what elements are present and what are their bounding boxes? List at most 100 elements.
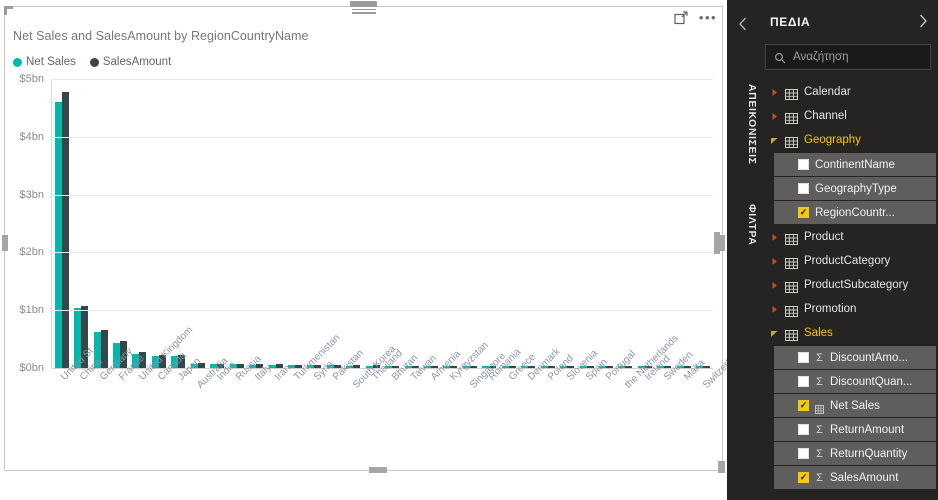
rail-label-visualizations[interactable]: ΑΠΕΙΚΟΝΙΣΕΙΣ bbox=[727, 64, 758, 184]
checkbox-unchecked[interactable] bbox=[798, 183, 809, 194]
field-table-row[interactable]: Channel bbox=[765, 104, 936, 128]
table-icon bbox=[785, 328, 798, 339]
y-axis: $0bn$1bn$2bn$3bn$4bn$5bn bbox=[13, 79, 49, 368]
field-row[interactable]: ΣDiscountQuan... bbox=[774, 370, 936, 393]
field-row[interactable]: GeographyType bbox=[774, 177, 936, 200]
bar-group[interactable] bbox=[499, 79, 518, 368]
checkbox-unchecked[interactable] bbox=[798, 352, 809, 363]
chevron-down-icon[interactable] bbox=[769, 135, 779, 145]
bar-group[interactable] bbox=[344, 79, 363, 368]
bar-group[interactable] bbox=[596, 79, 615, 368]
chevron-right-icon[interactable] bbox=[769, 232, 779, 242]
bar-group[interactable] bbox=[577, 79, 596, 368]
checkbox-unchecked[interactable] bbox=[798, 424, 809, 435]
legend-item[interactable]: Net Sales bbox=[13, 56, 76, 68]
table-icon bbox=[785, 135, 798, 146]
bar-group[interactable] bbox=[305, 79, 324, 368]
checkbox-unchecked[interactable] bbox=[798, 376, 809, 387]
bar-group[interactable] bbox=[441, 79, 460, 368]
legend-item[interactable]: SalesAmount bbox=[90, 56, 171, 68]
bar-group[interactable] bbox=[266, 79, 285, 368]
bar-group[interactable] bbox=[71, 79, 90, 368]
bar-group[interactable] bbox=[285, 79, 304, 368]
table-label: ProductSubcategory bbox=[804, 279, 908, 291]
more-options-icon[interactable]: ••• bbox=[700, 10, 716, 26]
collapse-pane-button[interactable] bbox=[727, 12, 758, 36]
measure-grid-icon bbox=[815, 401, 824, 410]
bar-group[interactable] bbox=[110, 79, 129, 368]
bar-group[interactable] bbox=[616, 79, 635, 368]
chevron-right-icon[interactable] bbox=[769, 111, 779, 121]
bar-group[interactable] bbox=[52, 79, 71, 368]
checkbox-checked[interactable] bbox=[798, 400, 809, 411]
field-row[interactable]: Net Sales bbox=[774, 394, 936, 417]
checkbox-checked[interactable] bbox=[798, 472, 809, 483]
bar-group[interactable] bbox=[460, 79, 479, 368]
field-table-row[interactable]: Geography bbox=[765, 128, 936, 152]
bar-group[interactable] bbox=[635, 79, 654, 368]
sigma-icon: Σ bbox=[815, 352, 824, 364]
bar-group[interactable] bbox=[208, 79, 227, 368]
field-label: DiscountQuan... bbox=[830, 376, 912, 388]
sigma-icon: Σ bbox=[815, 472, 824, 484]
bar-group[interactable] bbox=[557, 79, 576, 368]
bar-group[interactable] bbox=[693, 79, 712, 368]
chart-legend: Net Sales SalesAmount bbox=[13, 56, 171, 68]
bar-group[interactable] bbox=[188, 79, 207, 368]
chevron-right-icon[interactable] bbox=[769, 87, 779, 97]
bar-group[interactable] bbox=[674, 79, 693, 368]
resize-handle-corner[interactable] bbox=[718, 461, 725, 473]
bar-group[interactable] bbox=[91, 79, 110, 368]
search-box[interactable] bbox=[765, 44, 931, 70]
search-input[interactable] bbox=[793, 51, 922, 63]
bar-group[interactable] bbox=[149, 79, 168, 368]
rail-label-filters[interactable]: ΦΙΛΤΡΑ bbox=[727, 190, 758, 260]
visual-scrollbar-thumb[interactable] bbox=[714, 232, 720, 254]
bar-series-container bbox=[52, 79, 713, 368]
expand-pane-button[interactable] bbox=[918, 14, 928, 31]
chevron-right-icon[interactable] bbox=[769, 256, 779, 266]
checkbox-checked[interactable] bbox=[798, 207, 809, 218]
bar-net-sales[interactable] bbox=[55, 102, 62, 368]
field-row[interactable]: ΣReturnAmount bbox=[774, 418, 936, 441]
chevron-right-icon[interactable] bbox=[769, 304, 779, 314]
bar-group[interactable] bbox=[421, 79, 440, 368]
visual-title: Net Sales and SalesAmount by RegionCount… bbox=[13, 29, 309, 43]
field-row[interactable]: RegionCountr... bbox=[774, 201, 936, 224]
field-row[interactable]: ΣReturnQuantity bbox=[774, 442, 936, 465]
bar-group[interactable] bbox=[480, 79, 499, 368]
table-icon bbox=[785, 304, 798, 315]
bar-group[interactable] bbox=[246, 79, 265, 368]
bar-group[interactable] bbox=[402, 79, 421, 368]
field-table-row[interactable]: Sales bbox=[765, 321, 936, 345]
field-table-row[interactable]: Product bbox=[765, 225, 936, 249]
focus-mode-icon[interactable] bbox=[673, 10, 689, 26]
field-row[interactable]: ΣSalesAmount bbox=[774, 466, 936, 489]
resize-handle-left[interactable] bbox=[2, 235, 8, 251]
bar-group[interactable] bbox=[382, 79, 401, 368]
field-table-row[interactable]: Promotion bbox=[765, 297, 936, 321]
bar-group[interactable] bbox=[324, 79, 343, 368]
bar-chart-visual[interactable]: ••• Net Sales and SalesAmount by RegionC… bbox=[4, 6, 723, 471]
bar-sales-amount[interactable] bbox=[62, 92, 69, 368]
bar-group[interactable] bbox=[363, 79, 382, 368]
bar-group[interactable] bbox=[227, 79, 246, 368]
field-table-row[interactable]: ProductSubcategory bbox=[765, 273, 936, 297]
bar-group[interactable] bbox=[519, 79, 538, 368]
visual-drag-handle[interactable] bbox=[350, 1, 378, 14]
field-table-row[interactable]: ProductCategory bbox=[765, 249, 936, 273]
table-icon bbox=[785, 87, 798, 98]
field-row[interactable]: ΣDiscountAmo... bbox=[774, 346, 936, 369]
bar-group[interactable] bbox=[655, 79, 674, 368]
field-table-row[interactable]: Calendar bbox=[765, 80, 936, 104]
checkbox-unchecked[interactable] bbox=[798, 159, 809, 170]
checkbox-unchecked[interactable] bbox=[798, 448, 809, 459]
bar-group[interactable] bbox=[130, 79, 149, 368]
chevron-right-icon[interactable] bbox=[769, 280, 779, 290]
bar-group[interactable] bbox=[538, 79, 557, 368]
bar-group[interactable] bbox=[169, 79, 188, 368]
resize-handle-bottom[interactable] bbox=[369, 467, 387, 473]
field-row[interactable]: ContinentName bbox=[774, 153, 936, 176]
chevron-down-icon[interactable] bbox=[769, 328, 779, 338]
field-list[interactable]: CalendarChannelGeographyContinentNameGeo… bbox=[758, 80, 938, 500]
